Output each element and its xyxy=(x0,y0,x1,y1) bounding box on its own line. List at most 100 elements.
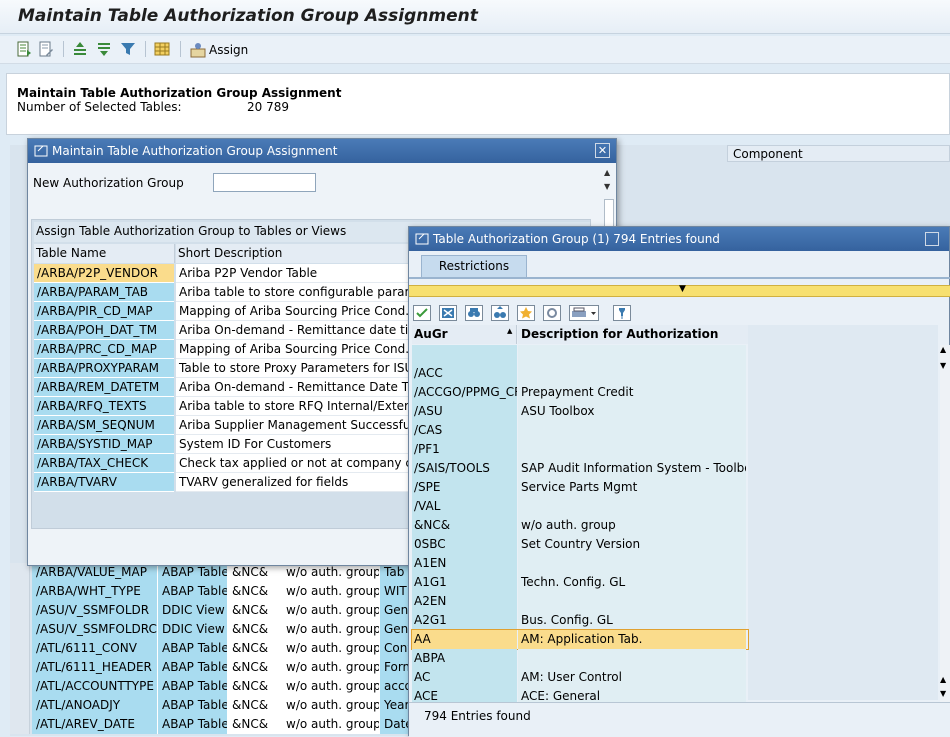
favorites-add-icon[interactable] xyxy=(517,305,535,321)
row-selector[interactable] xyxy=(10,696,30,715)
auth-group-description xyxy=(518,345,746,364)
layout-grid-icon[interactable] xyxy=(154,41,170,57)
auth-group-description-column-header[interactable]: Description for Authorization Group xyxy=(518,325,748,360)
auth-group-description xyxy=(518,421,746,440)
row-selector[interactable] xyxy=(10,582,30,601)
row-selector[interactable] xyxy=(10,658,30,677)
table-row[interactable]: /ARBA/POH_DAT_TM Ariba On-demand - Remitt… xyxy=(34,321,434,340)
new-auth-group-input[interactable] xyxy=(213,173,316,192)
row-selector[interactable] xyxy=(10,601,30,620)
auth-group-desc-cell: w/o auth. group xyxy=(282,658,380,677)
scroll-up-icon[interactable]: ▲ xyxy=(604,168,610,177)
list-item[interactable]: A2G1 Bus. Config. GL xyxy=(412,611,748,630)
list-item[interactable]: /PF1 xyxy=(412,440,748,459)
assign-button[interactable]: Assign xyxy=(190,40,248,60)
table-name-cell: /ARBA/PIR_CD_MAP xyxy=(34,302,174,321)
change-icon[interactable] xyxy=(38,41,54,57)
auth-group-description xyxy=(518,649,746,668)
list-item[interactable]: A2EN xyxy=(412,592,748,611)
list-scrollbar[interactable]: ▲ ▼ ▲ ▼ xyxy=(940,345,950,702)
list-item[interactable]: /VAL xyxy=(412,497,748,516)
restrictions-collapse-bar[interactable]: ▼ xyxy=(409,284,950,297)
details-icon[interactable] xyxy=(16,41,32,57)
table-name-cell: /ATL/6111_CONV xyxy=(32,639,158,658)
short-description-cell: Gen xyxy=(380,620,410,639)
list-item[interactable]: &NC& w/o auth. group xyxy=(412,516,748,535)
table-row[interactable]: /ARBA/RFQ_TEXTS Ariba table to store RFQ … xyxy=(34,397,434,416)
cancel-icon[interactable] xyxy=(439,305,457,321)
row-selector[interactable] xyxy=(10,677,30,696)
toolbar-separator xyxy=(180,41,181,57)
table-row[interactable]: /ARBA/PARAM_TAB Ariba table to store conf… xyxy=(34,283,434,302)
assign-group-dialog-title-bar[interactable]: Maintain Table Authorization Group Assig… xyxy=(28,139,616,163)
list-item[interactable]: AA AM: Application Tab. xyxy=(411,629,749,650)
list-item[interactable]: /ACC xyxy=(412,364,748,383)
minimize-icon[interactable] xyxy=(925,232,939,246)
window-title: Maintain Table Authorization Group Assig… xyxy=(18,6,478,26)
scroll-up-icon[interactable]: ▲ xyxy=(940,345,946,354)
list-item[interactable]: /CAS xyxy=(412,421,748,440)
table-name-cell: /ARBA/PROXYPARAM xyxy=(34,359,174,378)
short-description-column-header[interactable]: Short Description xyxy=(176,244,426,263)
table-name-cell: /ARBA/POH_DAT_TM xyxy=(34,321,174,340)
print-dropdown-icon[interactable] xyxy=(569,305,599,321)
list-item[interactable] xyxy=(412,345,748,364)
table-row[interactable]: /ARBA/TAX_CHECK Check tax applied or not … xyxy=(34,454,434,473)
auth-group-description xyxy=(518,554,746,573)
filter-icon[interactable] xyxy=(120,41,136,57)
table-row[interactable]: /ARBA/SYSTID_MAP System ID For Customers xyxy=(34,435,434,454)
search-help-title-bar[interactable]: Table Authorization Group (1) 794 Entrie… xyxy=(409,227,949,251)
collapse-arrow-icon[interactable]: ▼ xyxy=(679,284,686,294)
list-item[interactable]: /SAIS/TOOLS SAP Audit Information System … xyxy=(412,459,748,478)
table-type-cell: ABAP Table xyxy=(158,582,228,601)
table-row[interactable]: /ARBA/PRC_CD_MAP Mapping of Ariba Sourcin… xyxy=(34,340,434,359)
list-item[interactable]: /SPE Service Parts Mgmt xyxy=(412,478,748,497)
find-next-icon[interactable] xyxy=(491,305,509,321)
row-selector[interactable] xyxy=(10,620,30,639)
table-row[interactable]: /ARBA/SM_SEQNUM Ariba Supplier Management… xyxy=(34,416,434,435)
list-item[interactable]: AC AM: User Control xyxy=(412,668,748,687)
table-name-column-header[interactable]: Table Name xyxy=(34,244,175,263)
sort-ascending-icon[interactable] xyxy=(72,41,88,57)
component-column-header[interactable]: Component xyxy=(727,145,950,162)
list-item[interactable]: ABPA xyxy=(412,649,748,668)
scroll-down-icon[interactable]: ▼ xyxy=(940,361,946,370)
auth-group-description: Set Country Version xyxy=(518,535,746,554)
pin-icon[interactable] xyxy=(613,305,631,321)
scroll-down-icon[interactable]: ▼ xyxy=(940,689,946,698)
row-selector[interactable] xyxy=(10,715,30,734)
list-item[interactable]: A1G1 Techn. Config. GL xyxy=(412,573,748,592)
auth-group-description: Prepayment Credit xyxy=(518,383,746,402)
list-item[interactable]: 0SBC Set Country Version xyxy=(412,535,748,554)
scroll-up-icon[interactable]: ▲ xyxy=(940,675,946,684)
checkmark-icon[interactable] xyxy=(413,305,431,321)
table-name-cell: /ARBA/PRC_CD_MAP xyxy=(34,340,174,359)
assign-label: Assign xyxy=(209,43,249,57)
row-selector[interactable] xyxy=(10,639,30,658)
entries-found-status: 794 Entries found xyxy=(424,709,531,723)
table-row[interactable]: /ARBA/PIR_CD_MAP Mapping of Ariba Sourcin… xyxy=(34,302,434,321)
table-row[interactable]: /ARBA/PROXYPARAM Table to store Proxy Par… xyxy=(34,359,434,378)
list-item[interactable]: /ACCGO/PPMG_CR Prepayment Credit xyxy=(412,383,748,402)
table-row[interactable]: /ARBA/TVARV TVARV generalized for fields xyxy=(34,473,434,492)
table-row[interactable]: /ARBA/REM_DATETM Ariba On-demand - Remitt… xyxy=(34,378,434,397)
scroll-thumb[interactable] xyxy=(604,199,614,229)
list-item[interactable]: A1EN xyxy=(412,554,748,573)
short-description-cell: Ariba On-demand - Remittance Date Time xyxy=(176,378,426,397)
close-icon[interactable]: ✕ xyxy=(595,143,610,158)
tab-restrictions[interactable]: Restrictions xyxy=(421,255,527,277)
table-type-cell: ABAP Table xyxy=(158,639,228,658)
table-row[interactable]: /ARBA/P2P_VENDOR Ariba P2P Vendor Table xyxy=(34,264,434,283)
short-description-cell: acco xyxy=(380,677,410,696)
table-type-cell: DDIC View xyxy=(158,620,228,639)
search-help-title: Table Authorization Group (1) 794 Entrie… xyxy=(433,232,720,246)
settings-icon[interactable] xyxy=(543,305,561,321)
short-description-cell: Check tax applied or not at company code xyxy=(176,454,426,473)
sort-descending-icon[interactable] xyxy=(96,41,112,57)
find-icon[interactable] xyxy=(465,305,483,321)
scroll-down-icon[interactable]: ▼ xyxy=(604,182,610,191)
list-item[interactable]: /ASU ASU Toolbox xyxy=(412,402,748,421)
augr-column-header[interactable]: AuGr ▲ xyxy=(412,325,517,344)
short-description-cell: Ariba table to store RFQ Internal/Extern… xyxy=(176,397,426,416)
auth-group-desc-cell: w/o auth. group xyxy=(282,696,380,715)
